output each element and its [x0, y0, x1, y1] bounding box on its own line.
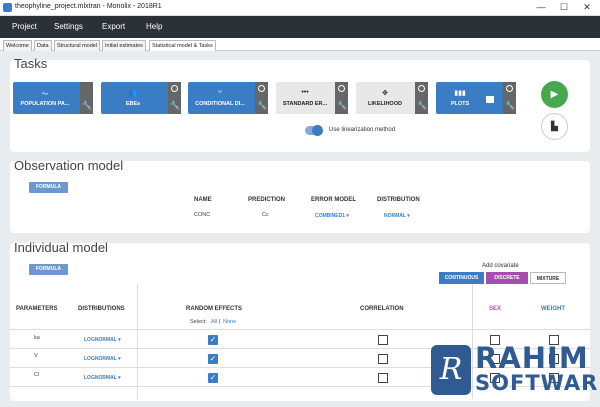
correlation-checkbox-ka[interactable] [378, 335, 388, 345]
observation-prediction: Cc [262, 212, 269, 218]
task-population-parameters[interactable]: 〜 POPULATION PA... 🔧 [13, 82, 93, 114]
linearization-toggle[interactable] [305, 125, 323, 136]
list-icon[interactable] [486, 96, 494, 103]
col-weight: WEIGHT [541, 306, 565, 312]
col-prediction: PREDICTION [248, 197, 286, 203]
task-label: EBEs [125, 101, 141, 107]
chart-icon: ▙ [551, 121, 558, 131]
covariate-mixture-button[interactable]: MIXTURE [530, 272, 566, 284]
bar-chart-icon: ▮▮▮ [454, 90, 466, 97]
watermark-logo: R [431, 345, 471, 395]
linearization-label: Use linearization method [329, 127, 396, 133]
col-name: NAME [194, 197, 212, 203]
col-sex: SEX [489, 306, 502, 312]
select-all-link[interactable]: All [211, 319, 217, 325]
app-icon [3, 3, 12, 12]
add-covariate-label: Add covariate [482, 263, 519, 269]
wrench-icon[interactable]: 🔧 [505, 101, 515, 110]
tab-welcome[interactable]: Welcome [3, 40, 32, 51]
users-icon: 👥 [128, 90, 138, 97]
select-separator: | [219, 319, 221, 325]
observation-name: CONC [194, 212, 211, 218]
maximize-button[interactable]: ☐ [553, 1, 575, 14]
radio-icon[interactable] [258, 85, 265, 92]
fork-icon: ⑂ [217, 89, 223, 96]
window-title: theophyline_project.mlxtran - Monolix - … [15, 3, 162, 10]
radio-icon[interactable] [171, 85, 178, 92]
task-ebes[interactable]: 👥 EBEs 🔧 [101, 82, 181, 114]
col-error-model: ERROR MODEL [311, 197, 356, 203]
watermark-softwares: SOFTWARES [475, 371, 600, 395]
menu-help[interactable]: Help [146, 22, 162, 31]
tab-initial-estimates[interactable]: Initial estimates [102, 40, 146, 51]
play-icon: ▶ [550, 89, 559, 100]
window-titlebar: theophyline_project.mlxtran - Monolix - … [0, 0, 600, 16]
col-parameters: PARAMETERS [16, 306, 58, 312]
random-effect-checkbox-ka[interactable]: ✓ [208, 335, 218, 345]
tab-structural-model[interactable]: Structural model [54, 40, 101, 51]
task-likelihood[interactable]: ✥ LIKELIHOOD 🔧 [356, 82, 428, 114]
covariate-continuous-button[interactable]: CONTINUOUS [439, 272, 484, 284]
observation-title: Observation model [14, 158, 124, 173]
random-effect-checkbox-cl[interactable]: ✓ [208, 373, 218, 383]
wrench-icon[interactable]: 🔧 [170, 101, 180, 110]
col-correlation: CORRELATION [360, 306, 404, 312]
wrench-icon[interactable]: 🔧 [82, 101, 92, 110]
move-icon: ✥ [382, 90, 388, 97]
individual-title: Individual model [14, 240, 108, 255]
tab-statistical-model-tasks[interactable]: Statistical model & Tasks [149, 40, 216, 51]
observation-formula-button[interactable]: FORMULA [29, 182, 68, 193]
random-effect-checkbox-v[interactable]: ✓ [208, 354, 218, 364]
column-divider [137, 284, 138, 399]
radio-icon[interactable] [338, 85, 345, 92]
trend-icon: 〜 [41, 91, 49, 98]
chart-button[interactable]: ▙ [541, 113, 568, 140]
menu-settings[interactable]: Settings [54, 22, 83, 31]
task-label: STANDARD ER... [282, 101, 328, 107]
radio-icon[interactable] [418, 85, 425, 92]
radio-icon[interactable] [506, 85, 513, 92]
column-divider [472, 284, 473, 399]
correlation-checkbox-cl[interactable] [378, 373, 388, 383]
run-button[interactable]: ▶ [541, 81, 568, 108]
close-button[interactable]: ✕ [576, 1, 598, 14]
distribution-dropdown-ka[interactable]: LOGNORMAL ▾ [84, 337, 121, 343]
task-standard-errors[interactable]: ••• STANDARD ER... 🔧 [276, 82, 348, 114]
select-label: Select: [190, 319, 207, 325]
wrench-icon[interactable]: 🔧 [257, 101, 267, 110]
distribution-dropdown[interactable]: NORMAL ▾ [384, 213, 410, 219]
col-random-effects: RANDOM EFFECTS [186, 306, 242, 312]
tab-data[interactable]: Data [34, 40, 52, 51]
menu-project[interactable]: Project [12, 22, 37, 31]
tasks-title: Tasks [14, 56, 48, 71]
distribution-dropdown-v[interactable]: LOGNORMAL ▾ [84, 356, 121, 362]
param-cl: Cl [34, 372, 40, 378]
task-plots[interactable]: ▮▮▮ PLOTS 🔧 [436, 82, 516, 114]
row-divider [10, 329, 590, 330]
individual-formula-button[interactable]: FORMULA [29, 264, 68, 275]
select-none-link[interactable]: None [223, 319, 236, 325]
param-v: V [34, 353, 38, 359]
col-distribution: DISTRIBUTION [377, 197, 420, 203]
watermark-rahim: RAHIM [475, 341, 589, 375]
distribution-dropdown-cl[interactable]: LOGNORMAL ▾ [84, 375, 121, 381]
param-ka: ka [34, 335, 40, 341]
task-label: CONDITIONAL DI... [195, 101, 245, 107]
col-distributions: DISTRIBUTIONS [78, 306, 125, 312]
covariate-discrete-button[interactable]: DISCRETE [486, 272, 528, 284]
task-label: POPULATION PA... [20, 101, 70, 107]
task-label: PLOTS [450, 101, 470, 107]
dots-icon: ••• [301, 89, 309, 96]
menu-bar: Project Settings Export Help [0, 16, 600, 38]
task-conditional-distribution[interactable]: ⑂ CONDITIONAL DI... 🔧 [188, 82, 268, 114]
menu-export[interactable]: Export [102, 22, 125, 31]
minimize-button[interactable]: — [530, 1, 552, 14]
tab-bar: Welcome Data Structural model Initial es… [0, 38, 600, 51]
correlation-checkbox-v[interactable] [378, 354, 388, 364]
wrench-icon[interactable]: 🔧 [337, 101, 347, 110]
error-model-dropdown[interactable]: COMBINED1 ▾ [315, 213, 349, 219]
task-label: LIKELIHOOD [368, 101, 402, 107]
wrench-icon[interactable]: 🔧 [417, 101, 427, 110]
